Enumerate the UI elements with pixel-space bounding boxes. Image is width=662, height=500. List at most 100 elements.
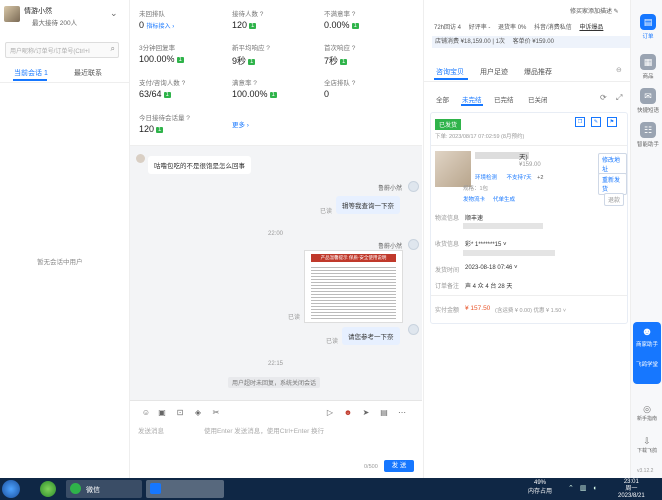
- message-input[interactable]: 发送消息 使用Enter 发送消息，使用Ctrl+Enter 换行: [138, 425, 414, 457]
- robot-icon[interactable]: ☻: [342, 406, 354, 418]
- clock[interactable]: 23:01 周一 2023/8/21: [618, 479, 645, 500]
- customer-panel: 修买家添加描述 ✎ 72h回访 4 好评率 - 退货率 0% 抖音/消费私信 申…: [423, 0, 631, 478]
- avatar[interactable]: [4, 6, 20, 22]
- more-stats-link[interactable]: 更多 ›: [232, 119, 249, 129]
- filter-done[interactable]: 已完结: [494, 94, 514, 104]
- trend-badge: 1: [340, 58, 348, 65]
- stat-value: 9秒 1: [232, 56, 256, 66]
- sidebar-label: 快捷短语: [636, 108, 659, 114]
- video-icon[interactable]: ▷: [324, 406, 336, 418]
- agent-name: 鲁蔚小然: [378, 244, 403, 250]
- download-icon: ⇩: [643, 436, 651, 446]
- sidebar-item-orders[interactable]: ▤ 订单: [639, 14, 657, 40]
- system-notice: 用户超时未回复，系统关闭会话: [228, 377, 321, 388]
- tab-user-footprint[interactable]: 用户足迹: [480, 67, 508, 77]
- image-icon[interactable]: ▣: [156, 406, 168, 418]
- time-stamp: 22:15: [268, 361, 284, 367]
- battery-status: 49% 内存占用: [528, 480, 552, 495]
- send-link-icon[interactable]: ➤: [360, 406, 372, 418]
- stat-link[interactable]: 指标接入 ›: [147, 24, 175, 30]
- sidebar-label: 智能助手: [636, 142, 659, 148]
- expand-icon[interactable]: ⌄: [110, 8, 118, 19]
- modify-address-button[interactable]: 修改地址: [598, 153, 627, 175]
- tab-recent-contacts[interactable]: 最近联系: [74, 68, 102, 78]
- customer-message: 咕噜包吃的不是很饱是怎么回事: [148, 156, 251, 174]
- reship-button[interactable]: 重新发货: [598, 173, 627, 195]
- emoji-icon[interactable]: ☺: [140, 406, 152, 418]
- check-link[interactable]: 申诉爆品: [579, 25, 603, 31]
- agent-message: 请您参考一下奈: [342, 327, 400, 345]
- stat-label: 新平均响应 ?: [232, 45, 270, 52]
- stat-label: 未回排队: [139, 11, 165, 18]
- agent-avatar: [408, 324, 419, 335]
- network-icon[interactable]: ▥: [580, 485, 587, 492]
- send-label: 发 送: [391, 462, 407, 469]
- add-note-link[interactable]: 修买家添加描述 ✎: [570, 6, 619, 15]
- stat-value: 7秒 1: [324, 56, 348, 66]
- compass-icon: ◎: [643, 404, 651, 414]
- stat-label: 接待人数 ?: [232, 11, 264, 18]
- start-button[interactable]: [2, 480, 20, 498]
- logistics-blur: [463, 223, 543, 229]
- filter-underline: [461, 104, 483, 106]
- search-icon[interactable]: ⌕: [111, 44, 115, 54]
- tab-current-session[interactable]: 当前会话 1: [14, 68, 48, 78]
- product-tags: 环境检测 不支持7天 +2: [475, 173, 543, 181]
- read-status: 已读: [288, 315, 301, 321]
- feige-taskbar-item[interactable]: [146, 480, 224, 498]
- paid-detail: (含运费 ¥ 0.00) 优惠 ¥ 1.50 ˅: [495, 308, 567, 314]
- layers-icon[interactable]: ◈: [192, 406, 204, 418]
- wechat-taskbar-item[interactable]: 微信: [66, 480, 142, 498]
- sidebar-item-assistant[interactable]: ☷ 智能助手: [635, 122, 661, 148]
- assistant-icon: ☷: [640, 122, 656, 138]
- shared-image[interactable]: 产品温馨提示 保质·安全使用说明: [304, 250, 403, 323]
- product-image[interactable]: [435, 151, 471, 187]
- phrase-icon[interactable]: ▤: [378, 406, 390, 418]
- tray-up-icon[interactable]: ⌃: [568, 485, 574, 492]
- helper-label: 飞鸽学堂: [635, 362, 658, 368]
- filter-closed[interactable]: 已关闭: [528, 94, 548, 104]
- filter-pending[interactable]: 未完结: [462, 94, 482, 104]
- copy-icon[interactable]: ❐: [575, 117, 585, 127]
- refresh-icon[interactable]: ⟳: [600, 93, 607, 102]
- read-status: 已读: [320, 209, 333, 215]
- product-tag: 不支持7天: [506, 175, 532, 181]
- refund-button[interactable]: 退款: [604, 193, 625, 206]
- screenshot-icon[interactable]: ⊡: [174, 406, 186, 418]
- volume-icon[interactable]: ◖: [592, 485, 596, 492]
- customer-avatar: [136, 154, 145, 163]
- feige-icon: [150, 483, 161, 494]
- search-input[interactable]: 用户昵称/订单号/订单号(Ctrl+I ⌕: [5, 42, 119, 58]
- char-count: 0/500: [364, 464, 378, 470]
- sidebar-item-download[interactable]: ⇩ 下载飞鸽: [633, 436, 661, 454]
- generate-link[interactable]: 代单生成: [493, 195, 515, 203]
- stat-value: 0: [324, 89, 330, 99]
- scissors-icon[interactable]: ✂: [210, 406, 222, 418]
- flag-icon[interactable]: ⚑: [606, 117, 617, 127]
- tab-divider: [424, 81, 631, 82]
- helper-label: 商家助手: [635, 342, 658, 348]
- sidebar-item-products[interactable]: ▦ 商品: [639, 54, 657, 80]
- left-panel: 情游小然 最大接待 200人 ⌄ 用户昵称/订单号/订单号(Ctrl+I ⌕ 当…: [0, 0, 130, 478]
- product-icon: ▦: [640, 54, 656, 70]
- more-icon[interactable]: ⋯: [396, 406, 408, 418]
- remark-label: 订单备注: [435, 284, 460, 290]
- stat-value: 120 1: [139, 124, 164, 134]
- note-icon[interactable]: ✎: [590, 117, 601, 127]
- receiver-label: 收货信息: [435, 242, 460, 248]
- stat-cell: 未回排队 0 指标接入 ›: [139, 8, 174, 30]
- collapse-icon[interactable]: ⊖: [616, 66, 622, 74]
- merchant-helper-widget[interactable]: ☻ 商家助手 飞鸽学堂: [633, 322, 661, 384]
- browser-taskbar-icon[interactable]: [40, 481, 56, 497]
- receiver-value: 彩* 1*******15 ˅: [465, 242, 507, 248]
- sidebar-item-phrases[interactable]: ✉ 快捷短语: [635, 88, 661, 114]
- expand-icon[interactable]: ⤢: [616, 93, 622, 103]
- filter-all[interactable]: 全部: [436, 94, 449, 104]
- tab-consult-product[interactable]: 咨询宝贝: [436, 67, 464, 77]
- track-link[interactable]: 发物流卡: [463, 195, 485, 203]
- sidebar-item-guide[interactable]: ◎ 新手指南: [633, 404, 661, 422]
- revisit-count: 72h回访 4: [434, 25, 462, 31]
- tab-hot-products[interactable]: 爆品推荐: [524, 67, 552, 77]
- version-label: v3.12.2: [637, 468, 654, 474]
- send-button[interactable]: 发 送: [384, 460, 414, 472]
